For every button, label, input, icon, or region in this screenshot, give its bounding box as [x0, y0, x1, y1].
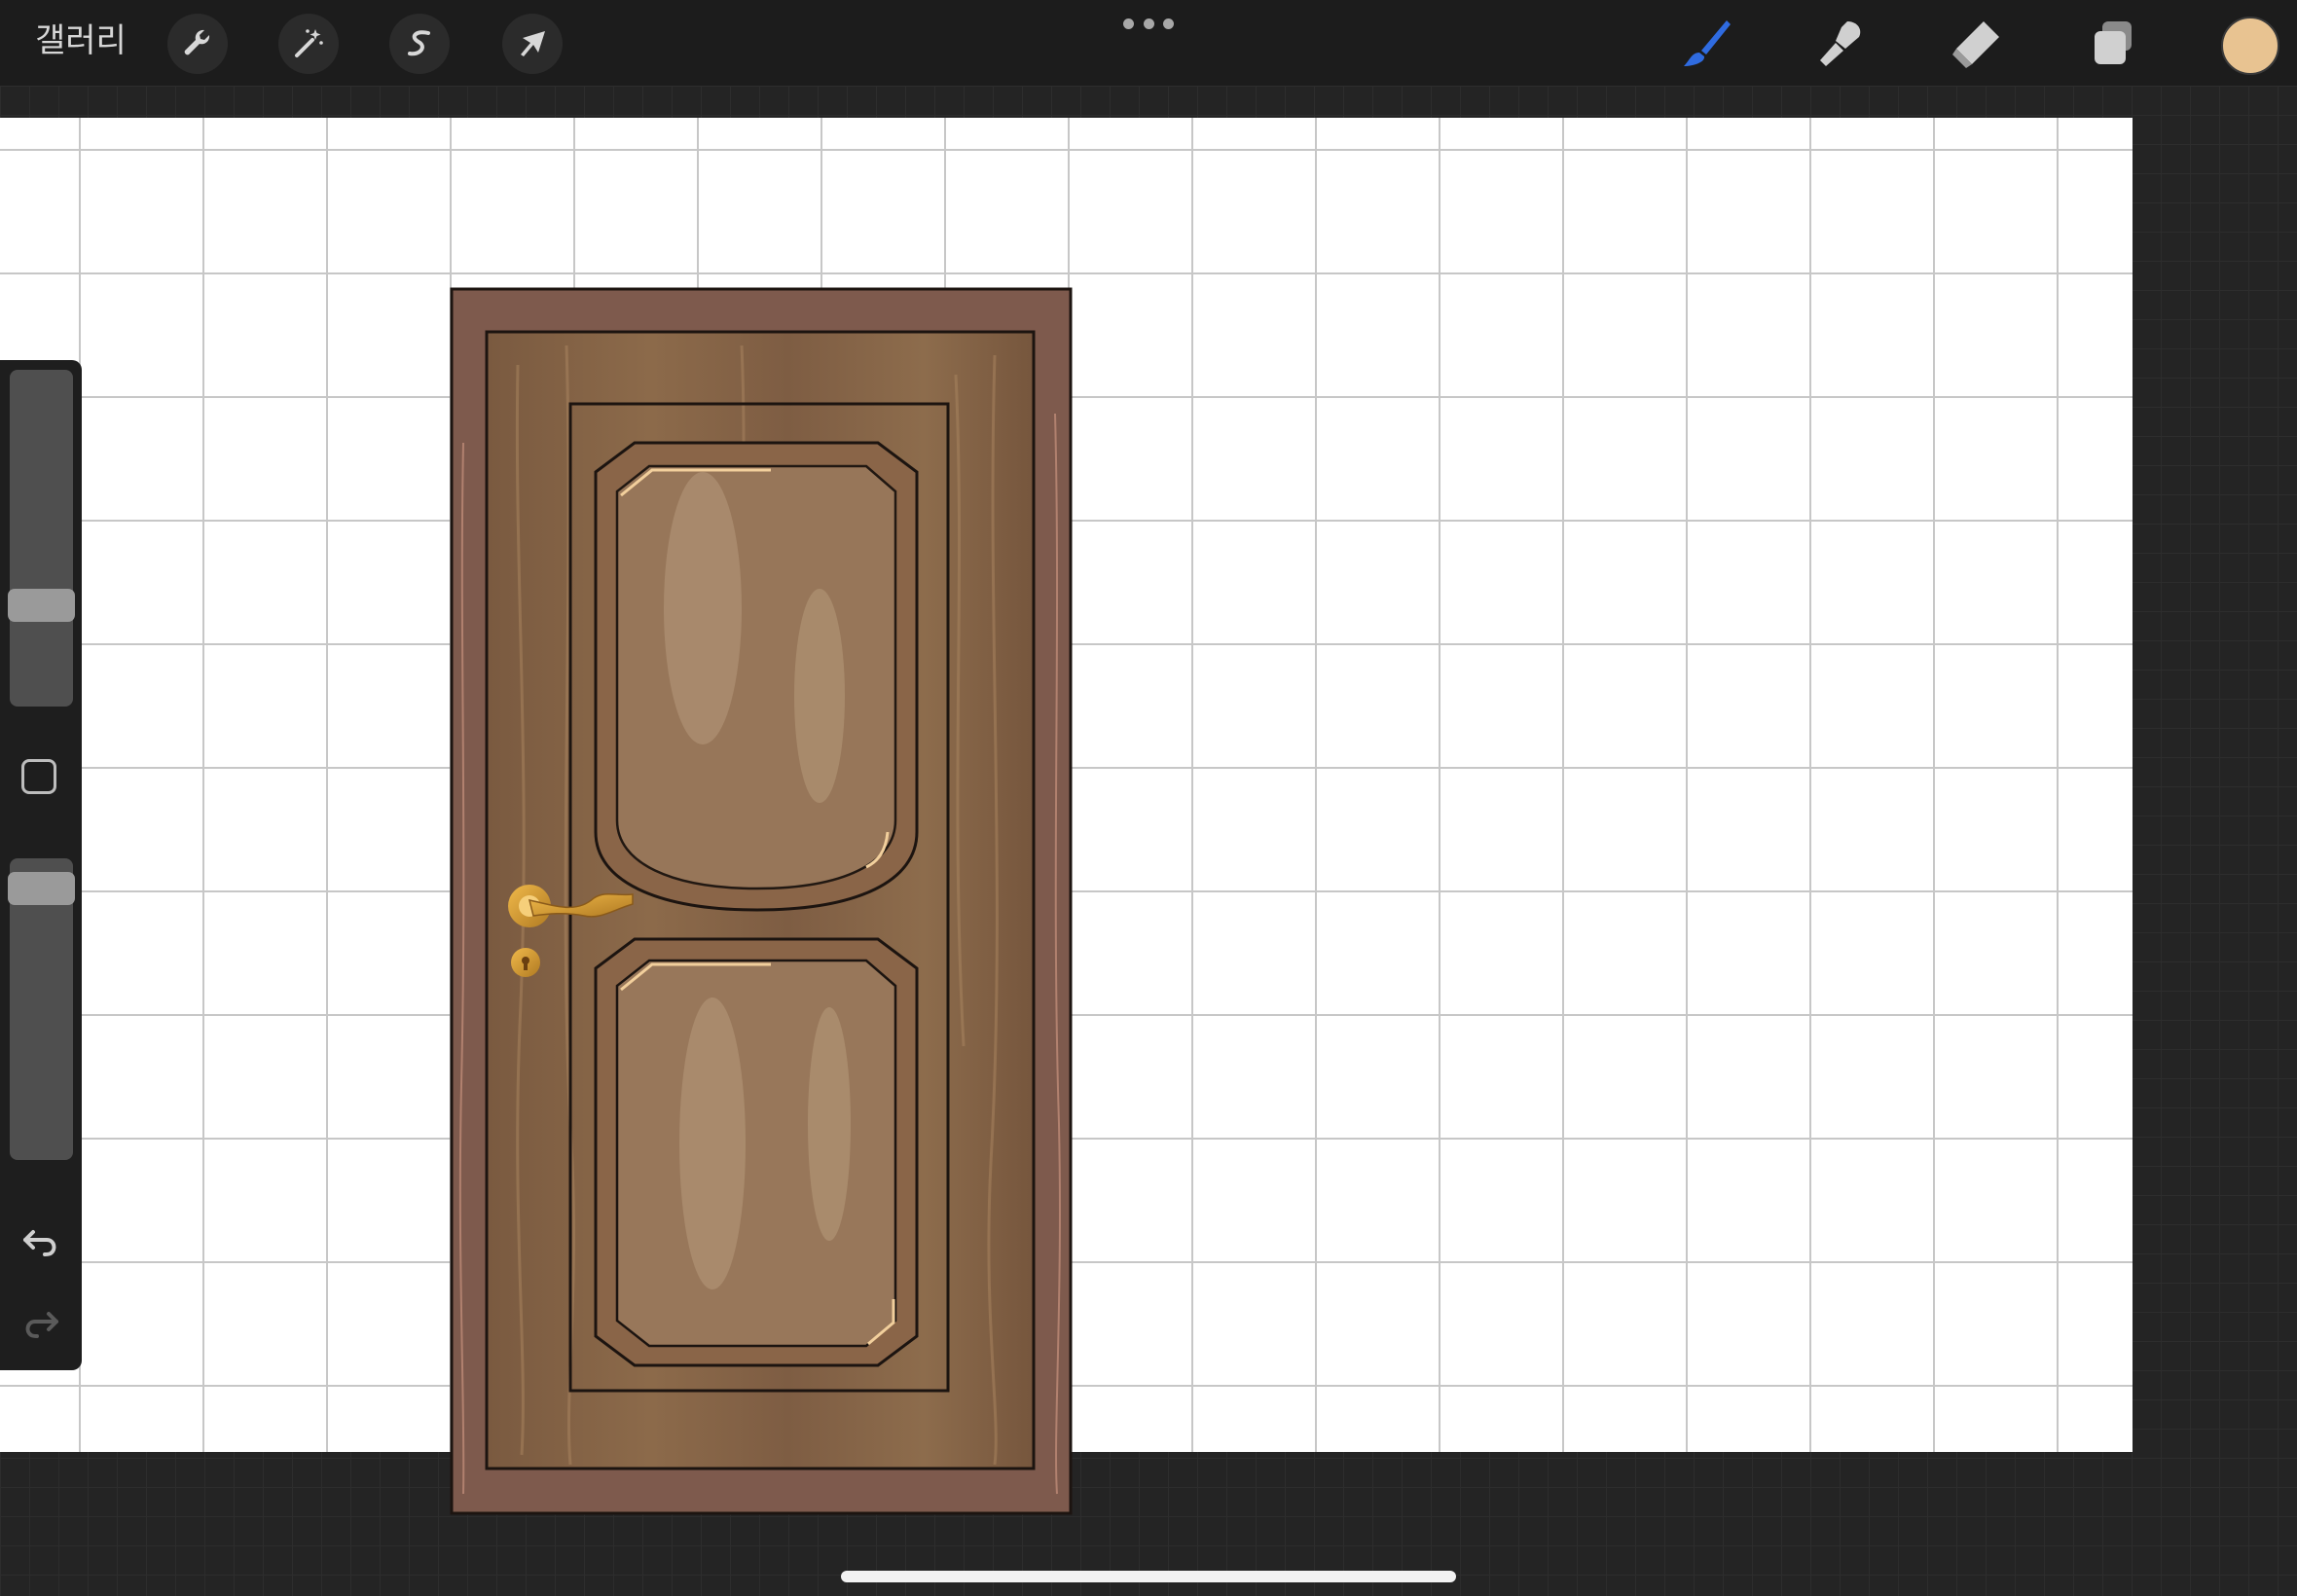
smudge-tool-button[interactable] [1808, 12, 1873, 76]
eraser-icon [1952, 21, 1999, 68]
layers-icon [2095, 21, 2132, 64]
wrench-icon [184, 29, 210, 55]
brush-tool-button[interactable] [1674, 12, 1738, 76]
arrow-cursor-icon [521, 31, 545, 56]
wooden-door-drawing [450, 287, 1073, 1515]
dot [1123, 18, 1134, 29]
drawing-canvas[interactable] [0, 118, 2133, 1515]
dot [1143, 18, 1154, 29]
brush-size-slider[interactable] [10, 370, 73, 707]
undo-icon[interactable] [19, 1218, 62, 1261]
square-modify-icon[interactable] [21, 759, 56, 794]
gallery-button[interactable]: 갤러리 [35, 18, 127, 64]
brush-icon [1684, 20, 1731, 66]
eraser-tool-button[interactable] [1943, 12, 2007, 76]
selection-button[interactable] [389, 14, 450, 74]
home-indicator[interactable] [841, 1571, 1456, 1582]
left-sidebar [0, 360, 82, 1370]
layers-button[interactable] [2081, 12, 2145, 76]
dot [1163, 18, 1174, 29]
more-dots-icon[interactable] [1123, 14, 1174, 33]
smudge-icon [1820, 21, 1861, 66]
magic-wand-icon [295, 29, 323, 57]
transform-button[interactable] [502, 14, 563, 74]
opacity-thumb[interactable] [8, 871, 75, 905]
adjustments-button[interactable] [278, 14, 339, 74]
brush-size-thumb[interactable] [8, 588, 75, 622]
top-toolbar: 갤러리 [0, 0, 2297, 86]
color-picker-button[interactable] [2221, 17, 2279, 75]
actions-button[interactable] [167, 14, 228, 74]
procreate-app: 갤러리 [0, 0, 2297, 1596]
redo-icon[interactable] [19, 1300, 62, 1343]
selection-s-icon [408, 30, 430, 56]
